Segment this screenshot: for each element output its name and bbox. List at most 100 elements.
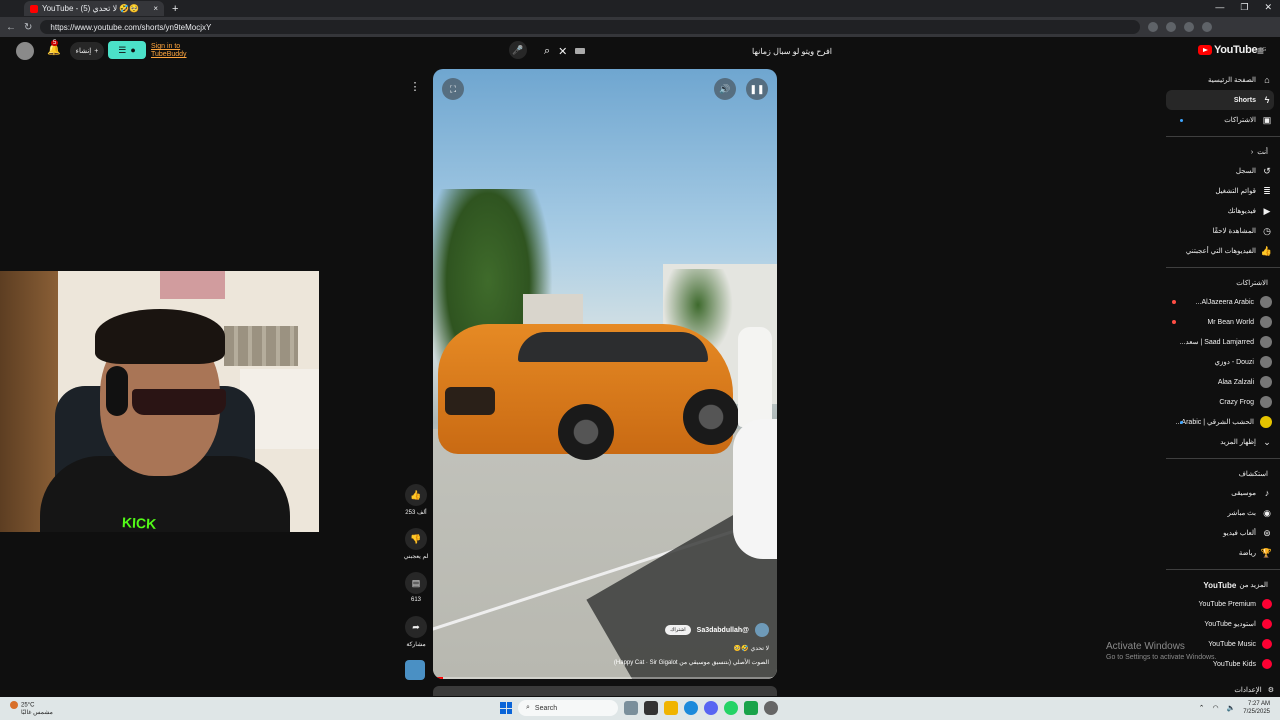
comment-count: 613: [410, 597, 421, 603]
sidebar-item-shorts[interactable]: ϟ Shorts: [1166, 90, 1274, 110]
subscription-item[interactable]: Alaa Zalzali: [1166, 372, 1280, 392]
white-car: [733, 419, 777, 559]
sidebar-item-sports[interactable]: 🏆 رياضة: [1166, 543, 1280, 563]
browser-menu-icon[interactable]: [1202, 22, 1213, 32]
share-label: مشاركة: [406, 642, 426, 648]
home-icon: ⌂: [1264, 75, 1270, 85]
taskbar-search[interactable]: ⌕ Search: [518, 700, 618, 716]
subscription-item[interactable]: Saad Lamjarred | سعد...: [1166, 332, 1280, 352]
sidebar-item-watch-later[interactable]: ◷ المشاهدة لاحقًا: [1166, 221, 1280, 241]
short-title: لا تحدي 🤣🥺: [733, 646, 769, 652]
app-icon[interactable]: [744, 701, 758, 715]
youtube-studio-icon: [1262, 619, 1272, 629]
extension-icon[interactable]: [1148, 22, 1159, 32]
clock[interactable]: 7:27 AM 7/25/2025: [1243, 700, 1270, 716]
file-explorer-icon[interactable]: [624, 701, 638, 715]
channel-avatar: [1260, 416, 1272, 428]
comments-button[interactable]: ▤: [405, 572, 427, 594]
favorites-icon[interactable]: [1166, 22, 1177, 32]
browser-tab[interactable]: YouTube - (5) لا تحدي 🤣🥺 ×: [24, 1, 164, 16]
car-grille: [445, 387, 495, 415]
sidebar-item-studio[interactable]: استوديو YouTube: [1166, 614, 1280, 634]
sidebar-item-label: المشاهدة لاحقًا: [1212, 228, 1256, 235]
keyboard-icon[interactable]: [575, 48, 586, 54]
maximize-icon[interactable]: ❐: [1240, 2, 1248, 13]
sidebar-item-gaming[interactable]: ⊛ ألعاب فيديو: [1166, 523, 1280, 543]
sidebar-item-history[interactable]: ↺ السجل: [1166, 161, 1280, 181]
chevron-down-icon: ⌄: [1263, 436, 1271, 447]
subscription-item[interactable]: Mr Bean World: [1166, 312, 1280, 332]
new-tab-button[interactable]: +: [172, 3, 178, 15]
next-short-preview[interactable]: [433, 686, 777, 696]
gear-icon: ⚙: [1267, 687, 1274, 694]
search-icon[interactable]: ⌕: [544, 45, 550, 58]
dislike-button[interactable]: 👎: [405, 528, 427, 550]
tab-close-icon[interactable]: ×: [153, 4, 158, 13]
network-icon[interactable]: ◠: [1212, 704, 1218, 712]
clear-search-icon[interactable]: ✕: [558, 45, 567, 58]
discord-icon[interactable]: [704, 701, 718, 715]
channel-row: @Sa3dabdullah اشتراك: [665, 623, 769, 637]
create-button[interactable]: إنشاء +: [70, 42, 104, 60]
sidebar-item-liked-videos[interactable]: 👍 الفيديوهات التي أعجبتني: [1166, 241, 1280, 261]
url-field[interactable]: https://www.youtube.com/shorts/yn9teMocj…: [40, 20, 1141, 34]
video-progress-bar[interactable]: [433, 677, 777, 679]
subscription-item[interactable]: Crazy Frog: [1166, 392, 1280, 412]
sidebar-item-live[interactable]: ◉ بث مباشر: [1166, 503, 1280, 523]
search-input[interactable]: افرح ويتو لو سبال زمانها: [752, 47, 832, 56]
volume-icon[interactable]: 🔊: [714, 78, 736, 100]
channel-handle[interactable]: @Sa3dabdullah: [697, 627, 749, 634]
tubebuddy-signin-link[interactable]: Sign in to TubeBuddy: [151, 43, 191, 59]
voice-search-mic-icon[interactable]: 🎤: [509, 41, 527, 59]
subscription-item[interactable]: Douzi - دوزي: [1166, 352, 1280, 372]
sidebar-item-your-videos[interactable]: ▶ فيديوهاتك: [1166, 201, 1280, 221]
sidebar-item-settings[interactable]: الإعدادات ⚙: [1170, 686, 1274, 694]
liked-icon: 👍: [1260, 245, 1272, 256]
share-button[interactable]: ➦: [405, 616, 427, 638]
windows-start-icon[interactable]: [500, 702, 512, 714]
back-icon[interactable]: ←: [6, 22, 16, 33]
whatsapp-icon[interactable]: [724, 701, 738, 715]
reload-icon[interactable]: ↻: [24, 22, 32, 33]
shorts-video-player[interactable]: ⛶ 🔊 ❚❚ @Sa3dabdullah اشتراك لا تحدي 🤣🥺 ا…: [433, 69, 777, 679]
notifications-bell-icon[interactable]: 🔔 5: [47, 40, 61, 56]
menu-lines-icon: ☰: [118, 44, 127, 55]
account-avatar[interactable]: [16, 42, 34, 60]
search-box[interactable]: ⌕ ✕ افرح ويتو لو سبال زمانها: [538, 40, 838, 62]
tray-chevron-icon[interactable]: ⌃: [1199, 704, 1205, 712]
subscriptions-heading: الاشتراكات: [1166, 274, 1280, 292]
like-button[interactable]: 👍: [405, 484, 427, 506]
task-view-icon[interactable]: [644, 701, 658, 715]
minimize-icon[interactable]: —: [1215, 2, 1224, 13]
pause-icon[interactable]: ❚❚: [746, 78, 768, 100]
edge-icon[interactable]: [684, 701, 698, 715]
folder-icon[interactable]: [664, 701, 678, 715]
volume-tray-icon[interactable]: 🔈: [1227, 704, 1236, 712]
youtube-logo[interactable]: YouTube EG: [1198, 44, 1266, 56]
fullscreen-icon[interactable]: ⛶: [442, 78, 464, 100]
new-content-dot: [1180, 119, 1183, 122]
settings-app-icon[interactable]: [764, 701, 778, 715]
short-music[interactable]: الصوت الأصلي (بتنسيق موسيقي من Happy Cat…: [614, 659, 769, 666]
subscription-item[interactable]: الحشب الشرقي | Arabic...: [1166, 412, 1280, 432]
shorts-icon: ϟ: [1264, 95, 1270, 105]
sound-thumbnail[interactable]: [405, 660, 425, 680]
guide-menu-icon[interactable]: ≡: [1257, 44, 1264, 58]
divider: [1166, 569, 1280, 570]
sidebar-item-home[interactable]: ⌂ الصفحة الرئيسية: [1166, 70, 1280, 90]
sidebar-item-subscriptions[interactable]: ▣ الاشتراكات: [1166, 110, 1280, 130]
more-options-icon[interactable]: ⋮: [408, 80, 422, 98]
you-section-heading[interactable]: أنت ‹: [1166, 143, 1280, 161]
sidebar-item-premium[interactable]: YouTube Premium: [1166, 594, 1280, 614]
window-close-icon[interactable]: ✕: [1264, 2, 1272, 13]
profile-icon[interactable]: [1184, 22, 1195, 32]
show-more-button[interactable]: ⌄ إظهار المزيد: [1166, 432, 1280, 452]
sidebar-item-playlists[interactable]: ≣ قوائم التشغيل: [1166, 181, 1280, 201]
weather-widget[interactable]: 25°C مشمس غالبًا: [10, 701, 53, 717]
subscription-item[interactable]: AlJazeera Arabic...: [1166, 292, 1280, 312]
sidebar-item-music[interactable]: ♪ موسيقى: [1166, 483, 1280, 503]
channel-avatar[interactable]: [755, 623, 769, 637]
divider: [1166, 136, 1280, 137]
tubebuddy-extension-button[interactable]: ☰ ●: [108, 41, 146, 59]
subscribe-button[interactable]: اشتراك: [665, 625, 691, 635]
